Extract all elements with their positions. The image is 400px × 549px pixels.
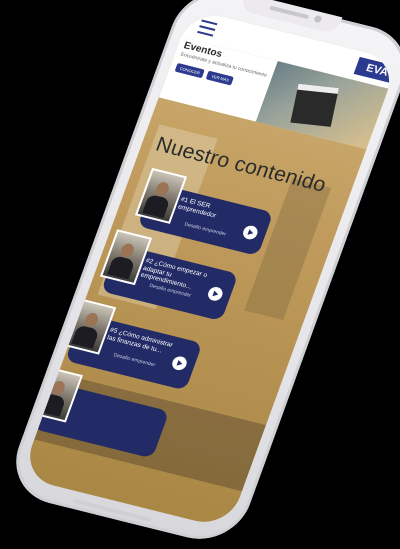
clapperboard-icon	[290, 83, 339, 127]
card-thumbnail	[64, 298, 117, 355]
banner-secondary-button[interactable]: VER MÁS	[206, 70, 235, 86]
phone-frame: EVA Eventos Encuéntrate y actualiza tu c…	[2, 0, 400, 549]
brand-logo[interactable]: EVA	[353, 56, 397, 84]
front-camera	[313, 14, 323, 24]
hamburger-icon[interactable]	[197, 19, 218, 37]
device-scene: EVA Eventos Encuéntrate y actualiza tu c…	[0, 0, 400, 549]
speaker-grille	[269, 5, 310, 20]
card-author: Desafio emprender	[112, 352, 156, 369]
phone-screen: EVA Eventos Encuéntrate y actualiza tu c…	[20, 8, 399, 529]
card-thumbnail	[30, 366, 84, 423]
banner-primary-button[interactable]: CONOCER	[174, 62, 206, 79]
content-card-3[interactable]: #5 ¿Cómo administrar las finanzas de tu.…	[64, 298, 203, 391]
card-author: Desafio emprender	[183, 221, 227, 238]
